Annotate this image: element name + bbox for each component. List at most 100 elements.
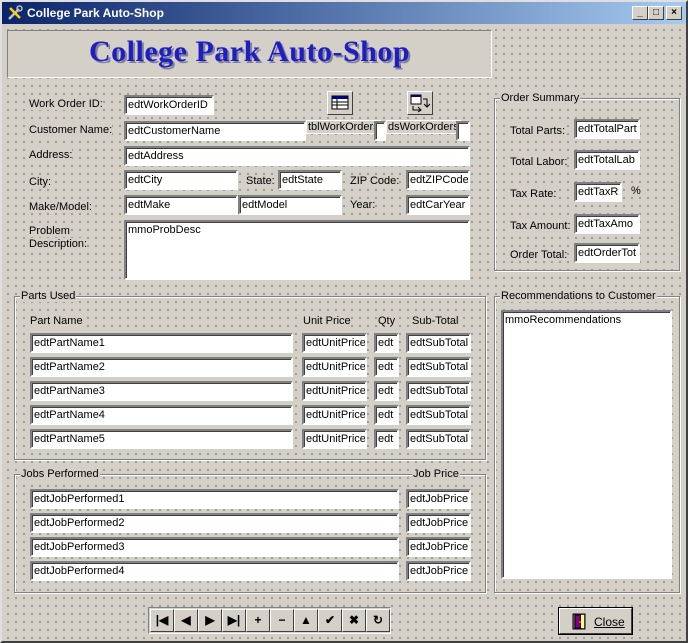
city-field[interactable]: edtCity — [124, 170, 238, 190]
total-parts-field[interactable]: edtTotalPart — [574, 119, 640, 139]
qty-field[interactable]: edt — [374, 405, 399, 425]
job-price-field[interactable]: edtJobPrice — [406, 537, 471, 557]
main-window: College Park Auto-Shop _ □ × College Par… — [0, 0, 688, 643]
customer-name-field-end[interactable] — [456, 121, 470, 141]
parts-used-caption: Parts Used — [20, 290, 77, 302]
nav-next-button[interactable]: ▶ — [198, 609, 222, 632]
job-performed-field[interactable]: edtJobPerformed4 — [30, 561, 399, 581]
zip-field[interactable]: edtZIPCode — [406, 170, 470, 190]
part-name-field[interactable]: edtPartName3 — [30, 381, 293, 401]
db-navigator: |◀ ◀ ▶ ▶| + − ▲ ✔ ✖ ↻ — [148, 607, 391, 634]
total-labor-field[interactable]: edtTotalLab — [574, 150, 640, 170]
sub-total-field[interactable]: edtSubTotal — [406, 429, 471, 449]
tax-amount-label: Tax Amount: — [510, 220, 571, 232]
job-price-field[interactable]: edtJobPrice — [406, 489, 471, 509]
city-label: City: — [29, 176, 51, 188]
order-summary-group: Order Summary Total Parts: edtTotalPart … — [494, 92, 680, 271]
close-window-button[interactable]: × — [666, 6, 682, 20]
nav-prior-button[interactable]: ◀ — [174, 609, 198, 632]
door-icon — [572, 613, 586, 630]
recommendations-group: Recommendations to Customer mmoRecommend… — [494, 290, 680, 593]
nav-refresh-button[interactable]: ↻ — [366, 609, 390, 632]
year-label: Year: — [350, 199, 376, 211]
make-field[interactable]: edtMake — [124, 195, 238, 215]
nav-cancel-button[interactable]: ✖ — [342, 609, 366, 632]
job-performed-field[interactable]: edtJobPerformed1 — [30, 489, 399, 509]
make-model-label: Make/Model: — [29, 201, 92, 213]
customer-name-label: Customer Name: — [29, 124, 113, 136]
recommendations-caption: Recommendations to Customer — [500, 290, 657, 302]
sub-total-field[interactable]: edtSubTotal — [406, 333, 471, 353]
recommendations-memo[interactable]: mmoRecommendations — [501, 310, 672, 579]
job-price-field[interactable]: edtJobPrice — [406, 513, 471, 533]
title-bar[interactable]: College Park Auto-Shop _ □ × — [2, 2, 686, 24]
address-field[interactable]: edtAddress — [124, 146, 470, 166]
part-name-header: Part Name — [30, 315, 83, 327]
unit-price-field[interactable]: edtUnitPrice — [302, 357, 367, 377]
unit-price-field[interactable]: edtUnitPrice — [302, 405, 367, 425]
ds-work-orders-caption: dsWorkOrders — [386, 120, 461, 134]
jobs-performed-group: Jobs Performed Job Price edtJobPerformed… — [14, 468, 486, 593]
unit-price-field[interactable]: edtUnitPrice — [302, 429, 367, 449]
part-name-field[interactable]: edtPartName2 — [30, 357, 293, 377]
problem-label: Problem — [29, 225, 70, 237]
year-field[interactable]: edtCarYear — [406, 195, 470, 215]
order-total-label: Order Total: — [510, 249, 568, 261]
order-summary-caption: Order Summary — [500, 92, 581, 104]
jobs-performed-caption: Jobs Performed — [20, 468, 100, 480]
close-button[interactable]: Close — [558, 607, 633, 635]
datasource-component-icon[interactable] — [407, 91, 433, 115]
nav-first-button[interactable]: |◀ — [150, 609, 174, 632]
banner-title: College Park Auto-Shop — [88, 35, 411, 68]
nav-post-button[interactable]: ✔ — [318, 609, 342, 632]
job-price-field[interactable]: edtJobPrice — [406, 561, 471, 581]
window-title: College Park Auto-Shop — [27, 6, 164, 20]
tax-amount-field[interactable]: edtTaxAmo — [574, 214, 640, 234]
model-field[interactable]: edtModel — [238, 195, 342, 215]
unit-price-header: Unit Price — [303, 315, 351, 327]
customer-name-field[interactable]: edtCustomerName — [124, 121, 306, 141]
work-order-id-field[interactable]: edtWorkOrderID — [124, 95, 214, 115]
form-client: College Park Auto-Shop Work Order ID: ed… — [2, 24, 686, 641]
qty-field[interactable]: edt — [374, 357, 399, 377]
work-order-id-label: Work Order ID: — [29, 98, 103, 110]
unit-price-field[interactable]: edtUnitPrice — [302, 333, 367, 353]
sub-total-field[interactable]: edtSubTotal — [406, 357, 471, 377]
order-total-field[interactable]: edtOrderTot — [574, 243, 640, 263]
nav-last-button[interactable]: ▶| — [222, 609, 246, 632]
nav-delete-button[interactable]: − — [270, 609, 294, 632]
part-name-field[interactable]: edtPartName1 — [30, 333, 293, 353]
qty-field[interactable]: edt — [374, 333, 399, 353]
minimize-button[interactable]: _ — [632, 6, 648, 20]
total-parts-label: Total Parts: — [510, 125, 566, 137]
zip-label: ZIP Code: — [350, 175, 400, 187]
parts-used-group: Parts Used Part Name Unit Price Qty Sub-… — [14, 290, 486, 460]
part-name-field[interactable]: edtPartName4 — [30, 405, 293, 425]
nav-edit-button[interactable]: ▲ — [294, 609, 318, 632]
qty-header: Qty — [378, 315, 396, 327]
qty-field[interactable]: edt — [374, 429, 399, 449]
banner-panel: College Park Auto-Shop — [7, 30, 492, 78]
customer-name-field-gap[interactable] — [374, 121, 386, 141]
nav-insert-button[interactable]: + — [246, 609, 270, 632]
sub-total-field[interactable]: edtSubTotal — [406, 381, 471, 401]
part-name-field[interactable]: edtPartName5 — [30, 429, 293, 449]
tools-icon — [8, 5, 23, 20]
tbl-work-orders-caption: tblWorkOrders — [306, 120, 381, 134]
sub-total-field[interactable]: edtSubTotal — [406, 405, 471, 425]
problem-description-memo[interactable]: mmoProbDesc — [124, 220, 470, 280]
job-performed-field[interactable]: edtJobPerformed2 — [30, 513, 399, 533]
job-price-header: Job Price — [412, 468, 460, 480]
job-performed-field[interactable]: edtJobPerformed3 — [30, 537, 399, 557]
maximize-button[interactable]: □ — [648, 6, 664, 20]
table-component-icon[interactable] — [327, 91, 353, 115]
state-field[interactable]: edtState — [278, 170, 342, 190]
close-button-label: Close — [594, 615, 625, 629]
address-label: Address: — [29, 149, 73, 161]
tax-rate-label: Tax Rate: — [510, 188, 557, 200]
tax-rate-field[interactable]: edtTaxR — [574, 182, 622, 202]
qty-field[interactable]: edt — [374, 381, 399, 401]
unit-price-field[interactable]: edtUnitPrice — [302, 381, 367, 401]
state-label: State: — [246, 175, 275, 187]
description-label: Description: — [29, 238, 88, 250]
